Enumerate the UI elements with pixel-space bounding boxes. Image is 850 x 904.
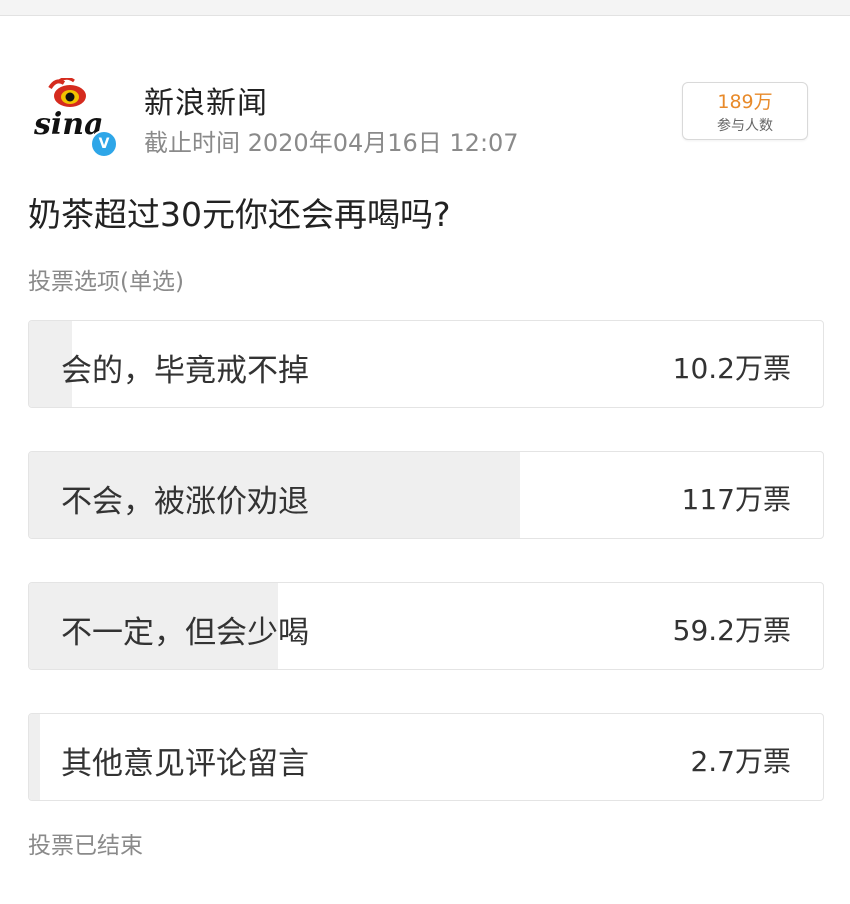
vote-fill-bar bbox=[29, 714, 41, 800]
poll-status: 投票已结束 bbox=[28, 833, 143, 859]
option-label: 会的，毕竟戒不掉 bbox=[61, 353, 309, 389]
poll-option[interactable]: 不一定，但会少喝 59.2万票 bbox=[28, 582, 824, 670]
avatar[interactable]: sina V bbox=[28, 78, 120, 158]
poll-option[interactable]: 不会，被涨价劝退 117万票 bbox=[28, 451, 824, 539]
poll-type-label: 投票选项(单选) bbox=[28, 269, 184, 295]
option-votes: 59.2万票 bbox=[672, 614, 791, 647]
participants-label: 参与人数 bbox=[717, 118, 773, 134]
verified-badge-icon: V bbox=[90, 130, 118, 158]
account-name[interactable]: 新浪新闻 bbox=[144, 78, 268, 122]
top-divider bbox=[0, 0, 850, 16]
poll-question: 奶茶超过30元你还会再喝吗? bbox=[28, 195, 451, 234]
option-votes: 10.2万票 bbox=[672, 352, 791, 385]
participants-badge: 189万 参与人数 bbox=[682, 82, 808, 140]
poll-option[interactable]: 其他意见评论留言 2.7万票 bbox=[28, 713, 824, 801]
deadline-text: 截止时间 2020年04月16日 12:07 bbox=[144, 129, 519, 157]
participants-count: 189万 bbox=[717, 91, 773, 113]
option-label: 不会，被涨价劝退 bbox=[61, 484, 309, 520]
option-label: 不一定，但会少喝 bbox=[61, 615, 309, 651]
poll-option[interactable]: 会的，毕竟戒不掉 10.2万票 bbox=[28, 320, 824, 408]
poll-header: sina V 新浪新闻 截止时间 2020年04月16日 12:07 189万 … bbox=[28, 78, 818, 158]
option-label: 其他意见评论留言 bbox=[61, 746, 309, 782]
option-votes: 2.7万票 bbox=[690, 745, 791, 778]
option-votes: 117万票 bbox=[681, 483, 791, 516]
